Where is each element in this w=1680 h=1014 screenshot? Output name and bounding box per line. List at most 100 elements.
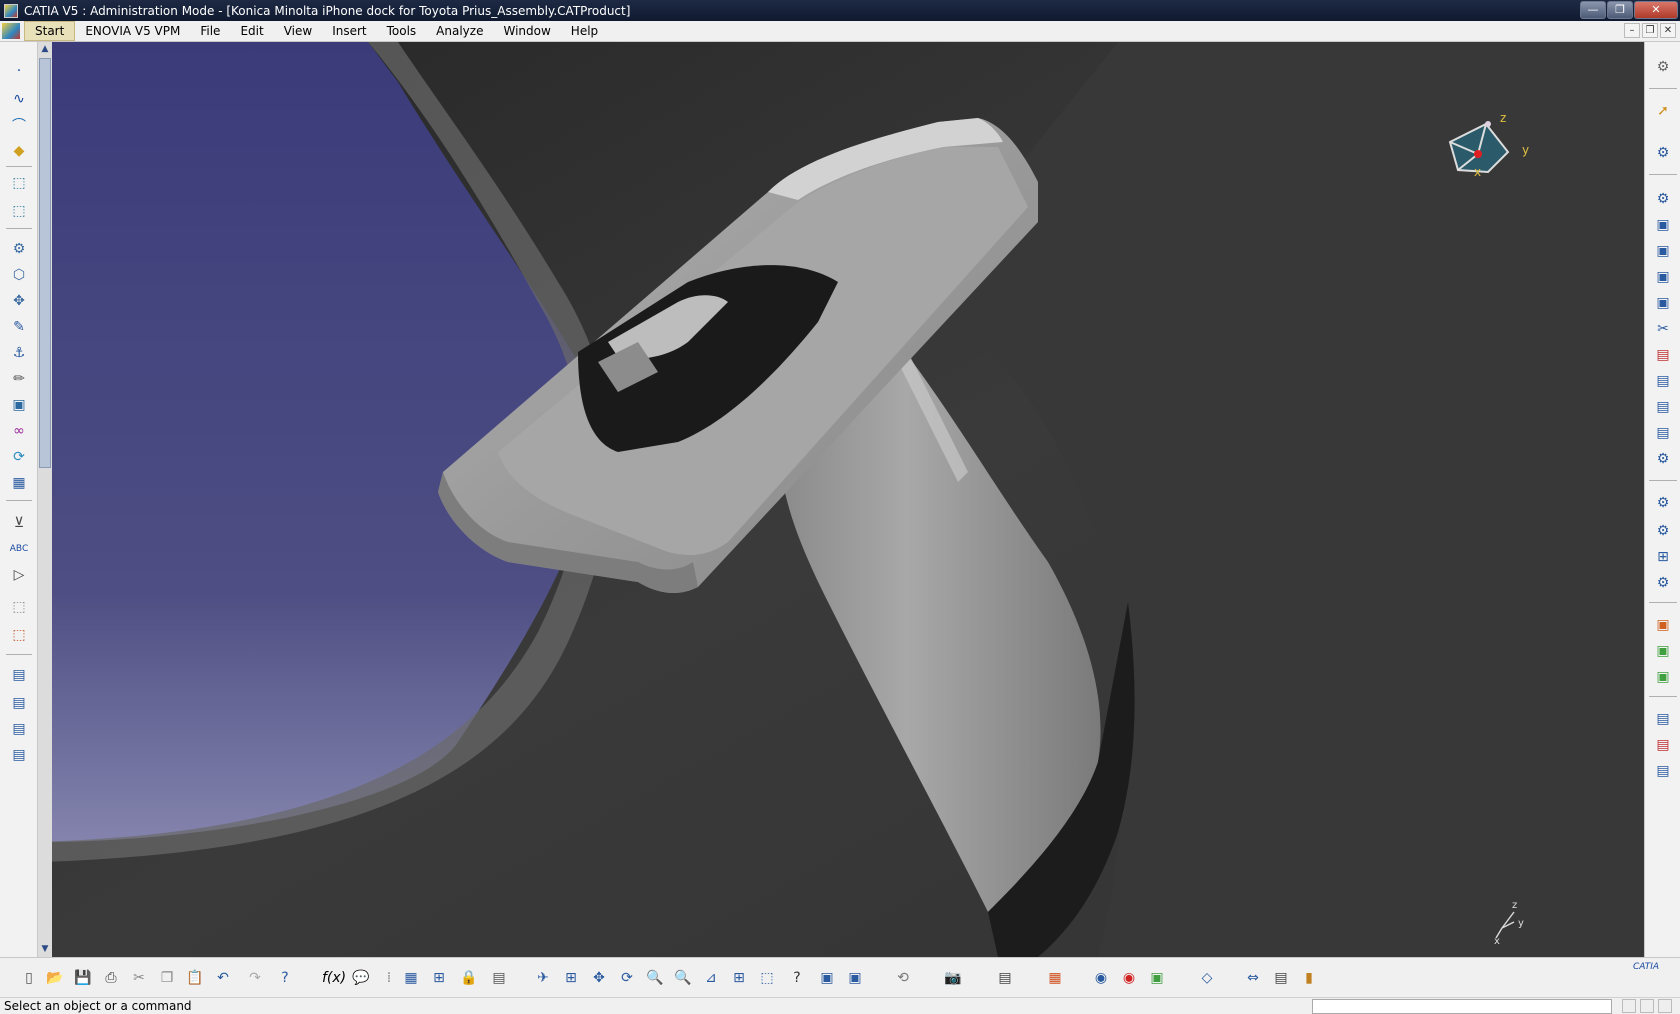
catalog-icon[interactable]: ▤	[8, 664, 30, 686]
grid-icon[interactable]: ▦	[1044, 967, 1066, 989]
menu-window[interactable]: Window	[493, 22, 560, 40]
fly-icon[interactable]: ✈	[532, 967, 554, 989]
rotate-icon[interactable]: ⟳	[616, 967, 638, 989]
menu-view[interactable]: View	[274, 22, 322, 40]
zoom-out-icon[interactable]: 🔍	[672, 967, 694, 989]
menu-start[interactable]: Start	[24, 21, 76, 41]
link-icon[interactable]: ∞	[8, 420, 30, 442]
measure-icon[interactable]: ▣	[8, 394, 30, 416]
cut-icon[interactable]: ✂	[128, 967, 150, 989]
menu-insert[interactable]: Insert	[322, 22, 376, 40]
doc-restore-button[interactable]: ❐	[1642, 23, 1658, 38]
flag-icon[interactable]: ▷	[8, 564, 30, 586]
menu-tools[interactable]: Tools	[377, 22, 427, 40]
render-icon[interactable]: ◉	[1090, 967, 1112, 989]
component-icon[interactable]: ⬚	[8, 200, 30, 222]
undo-icon[interactable]: ↶	[212, 967, 234, 989]
space-analysis-icon[interactable]: ▤	[1652, 708, 1674, 730]
new-icon[interactable]: ▯	[18, 967, 40, 989]
comment-icon[interactable]: 💬	[350, 967, 372, 989]
apply-material-icon[interactable]: ▣	[1146, 967, 1168, 989]
numbering-icon[interactable]: ✂	[1652, 318, 1674, 340]
hole-icon[interactable]: ▣	[1652, 640, 1674, 662]
snap-icon[interactable]: ⚙	[8, 238, 30, 260]
bill-of-material-icon[interactable]: ▤	[8, 692, 30, 714]
design-table-icon[interactable]: ▦	[400, 967, 422, 989]
minimize-button[interactable]: —	[1580, 1, 1606, 19]
refresh-icon[interactable]: ⟲	[892, 967, 914, 989]
existing-component-icon[interactable]: ▣	[1652, 214, 1674, 236]
scroll-thumb[interactable]	[39, 58, 51, 468]
spline-icon[interactable]: ∿	[8, 88, 30, 110]
open-icon[interactable]: 📂	[44, 967, 66, 989]
generate-numbering-icon[interactable]: ▤	[1652, 370, 1674, 392]
graph-tree-icon[interactable]: ▣	[1652, 266, 1674, 288]
compass-snap-icon[interactable]: ◇	[1196, 967, 1218, 989]
lock-icon[interactable]: 🔒	[458, 967, 480, 989]
copy-icon[interactable]: ❐	[156, 967, 178, 989]
new-product-icon[interactable]: ▤	[8, 744, 30, 766]
sketch-icon[interactable]: ✎	[8, 316, 30, 338]
manipulate-icon[interactable]: ⬡	[8, 264, 30, 286]
flexible-icon[interactable]: ⚙	[1652, 572, 1674, 594]
clash-analysis-icon[interactable]: ▤	[1652, 734, 1674, 756]
define-multi-instance-icon[interactable]: ▤	[1652, 396, 1674, 418]
multi-instance-icon[interactable]: ⚙	[1652, 448, 1674, 470]
iso-view-icon[interactable]: ⬚	[756, 967, 778, 989]
annotation-icon[interactable]: ⊻	[8, 512, 30, 534]
command-input[interactable]	[1312, 999, 1612, 1014]
text-icon[interactable]: ABC	[8, 538, 30, 560]
explode-icon[interactable]: ✥	[8, 290, 30, 312]
measure-item-icon[interactable]: ▤	[1270, 967, 1292, 989]
maximize-button[interactable]: ❐	[1607, 1, 1633, 19]
material-icon[interactable]: ◉	[1118, 967, 1140, 989]
status-button-3[interactable]	[1658, 999, 1672, 1013]
scroll-up-arrow-icon[interactable]: ▲	[38, 42, 52, 56]
pencil-icon[interactable]: ✏	[8, 368, 30, 390]
hide-show-icon[interactable]: ▣	[816, 967, 838, 989]
split-icon[interactable]: ▣	[1652, 614, 1674, 636]
formula-icon[interactable]: f(x)	[322, 967, 346, 989]
quick-constraint-icon[interactable]: ⊞	[1652, 546, 1674, 568]
doc-minimize-button[interactable]: –	[1624, 23, 1640, 38]
menu-help[interactable]: Help	[561, 22, 608, 40]
surface-icon[interactable]: ⌒	[8, 114, 30, 136]
fit-all-icon[interactable]: ⊞	[560, 967, 582, 989]
tools-icon[interactable]: ▤	[488, 967, 510, 989]
status-button-2[interactable]	[1640, 999, 1654, 1013]
vertical-scrollbar[interactable]: ▲ ▼	[38, 42, 52, 957]
point-icon[interactable]: ·	[8, 60, 30, 82]
replace-component-icon[interactable]: ▣	[1652, 240, 1674, 262]
assembly-constraint-icon[interactable]: ⬚	[8, 172, 30, 194]
plane-icon[interactable]: ◆	[8, 140, 30, 162]
update-icon[interactable]: ⟳	[8, 446, 30, 468]
pan-icon[interactable]: ✥	[588, 967, 610, 989]
reset-position-icon[interactable]: ▤	[1652, 344, 1674, 366]
menu-enovia[interactable]: ENOVIA V5 VPM	[75, 22, 190, 40]
print-icon[interactable]: ⎙	[100, 967, 122, 989]
whats-this-icon[interactable]: ?	[274, 967, 296, 989]
new-component-icon[interactable]: ▤	[8, 718, 30, 740]
fly-mode-icon[interactable]: ⚙	[1652, 142, 1674, 164]
scene-icon[interactable]: ⬚	[8, 596, 30, 618]
catia-menu-icon[interactable]	[2, 23, 20, 39]
save-icon[interactable]: 💾	[72, 967, 94, 989]
swap-space-icon[interactable]: ▣	[844, 967, 866, 989]
redo-icon[interactable]: ↷	[244, 967, 266, 989]
measure-between-icon[interactable]: ⇔	[1242, 967, 1264, 989]
capture-icon[interactable]: 📷	[942, 967, 964, 989]
close-button[interactable]: ✕	[1634, 1, 1678, 19]
3d-viewport[interactable]: x y z z y x ▲ ▼	[38, 42, 1644, 957]
clash-icon[interactable]: ⬚	[8, 624, 30, 646]
catalog-browser-icon[interactable]: ⚙	[1652, 188, 1674, 210]
fix-icon[interactable]: ⚙	[1652, 492, 1674, 514]
fix-together-icon[interactable]: ⚙	[1652, 520, 1674, 542]
menu-analyze[interactable]: Analyze	[426, 22, 493, 40]
status-button-1[interactable]	[1622, 999, 1636, 1013]
reorder-icon[interactable]: ▣	[1652, 292, 1674, 314]
menu-edit[interactable]: Edit	[230, 22, 273, 40]
knowledge-icon[interactable]: ⁞	[378, 967, 400, 989]
gear-icon[interactable]: ⚙	[1652, 56, 1674, 78]
doc-close-button[interactable]: ✕	[1660, 23, 1676, 38]
pocket-icon[interactable]: ▣	[1652, 666, 1674, 688]
